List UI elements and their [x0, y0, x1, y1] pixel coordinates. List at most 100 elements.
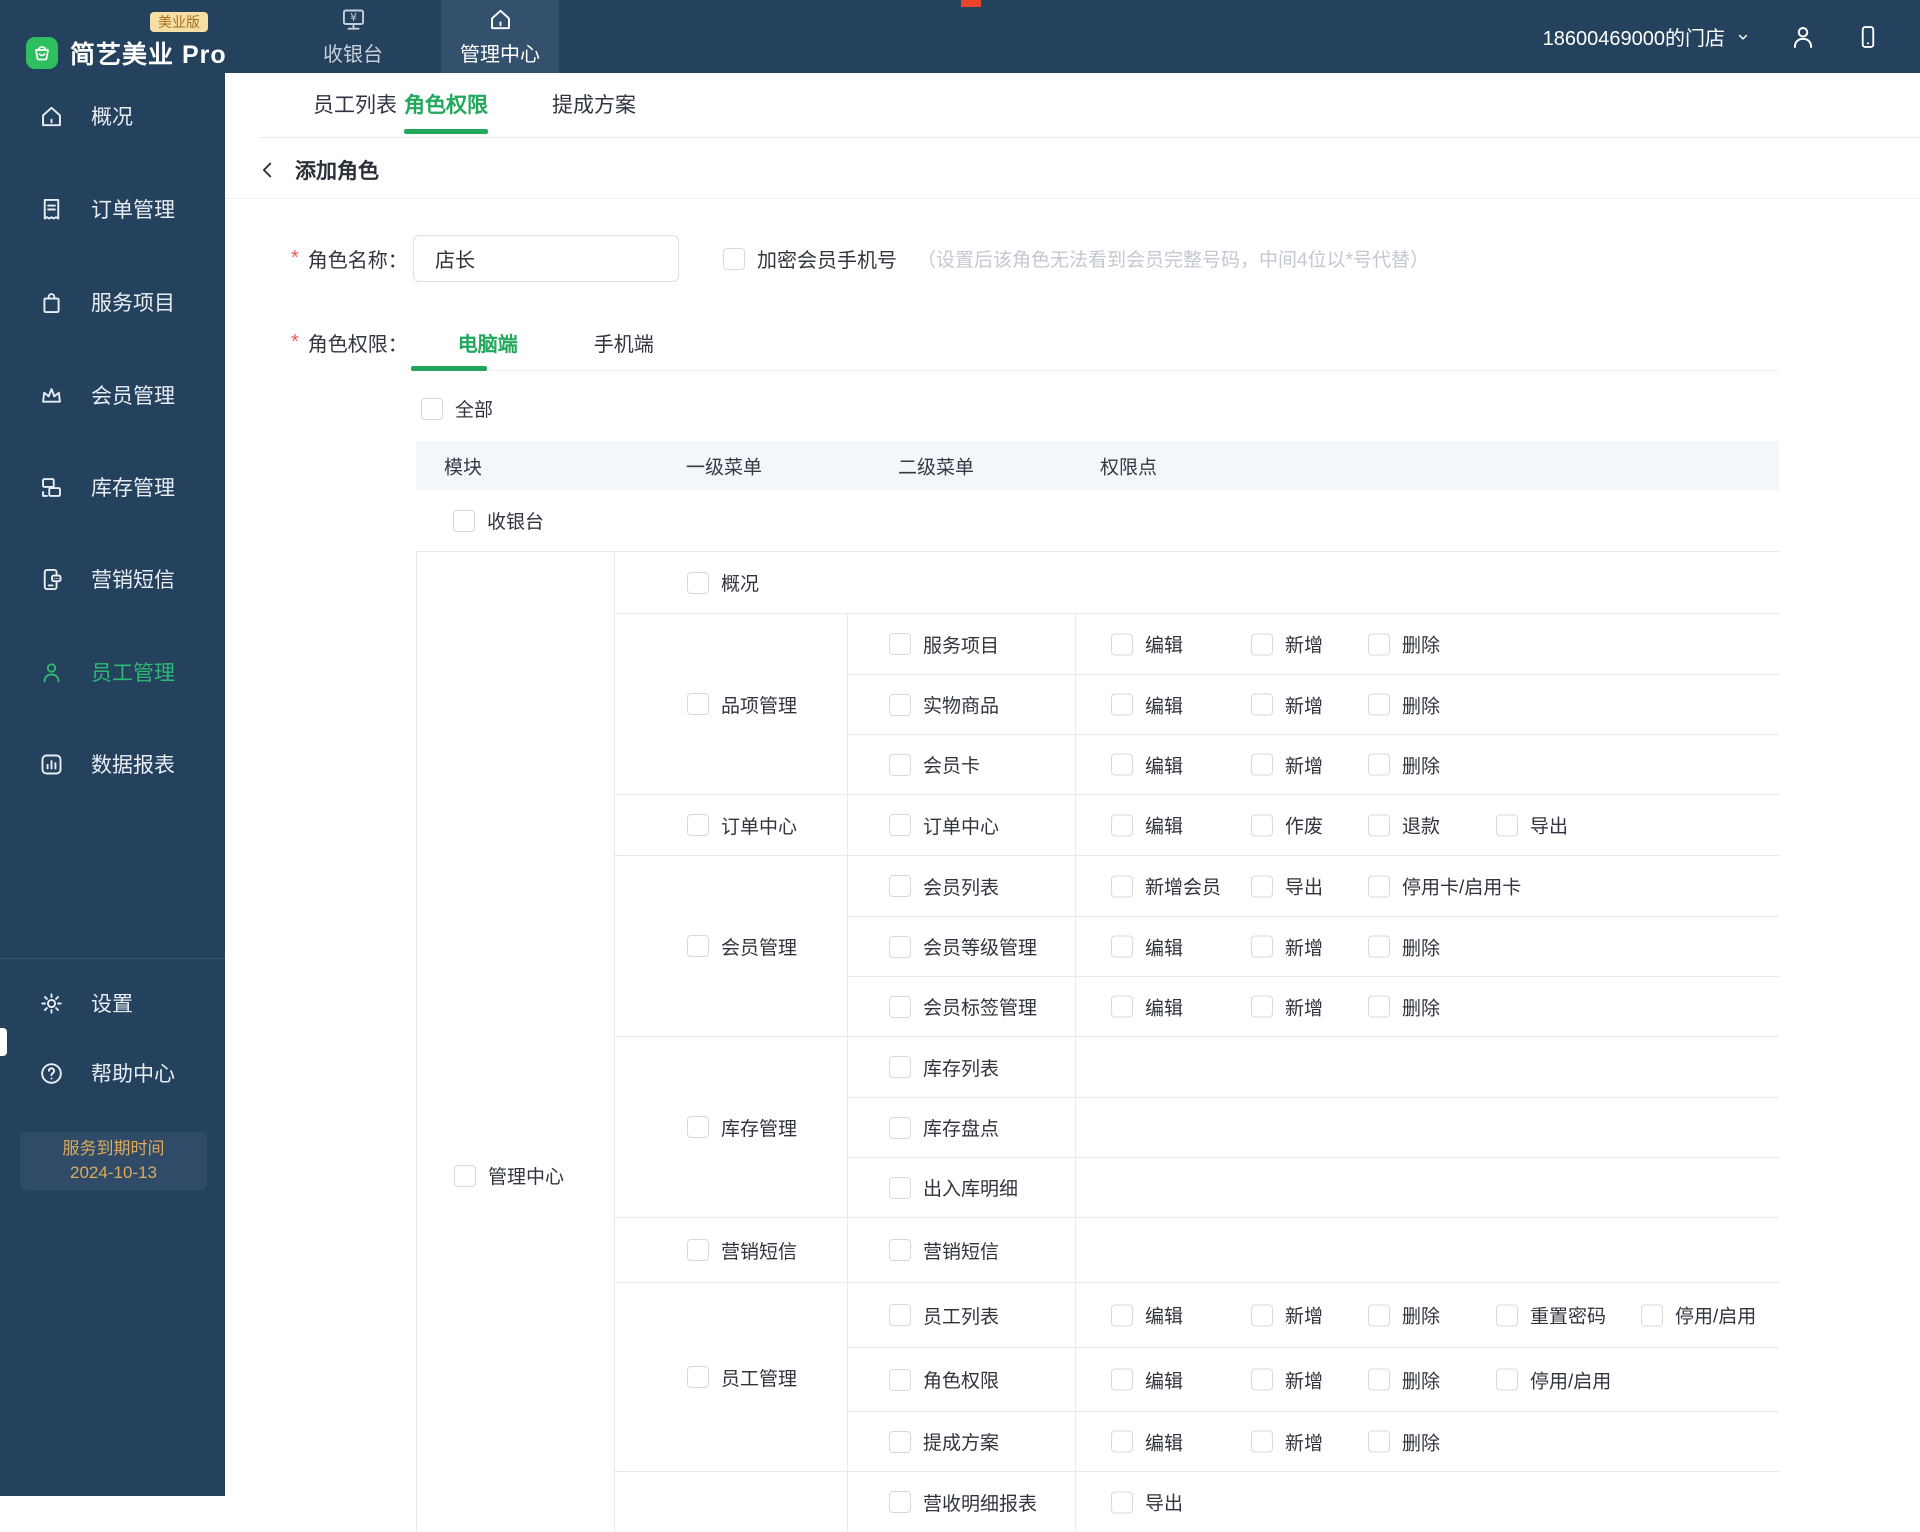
level2-label: 库存列表: [923, 1058, 1000, 1080]
topbar-tab-cashier[interactable]: ¥ 收银台: [294, 0, 412, 73]
level2-label: 服务项目: [923, 635, 1000, 657]
level2-checkbox[interactable]: [889, 1304, 911, 1326]
tab-role-permissions[interactable]: 角色权限: [404, 73, 488, 135]
level1-label: 营销短信: [721, 1241, 798, 1263]
encrypt-phone-row: 加密会员手机号 （设置后该角色无法看到会员完整号码，中间4位以*号代替）: [723, 235, 1429, 282]
perm-checkbox[interactable]: [1641, 1304, 1663, 1326]
perm-checkbox[interactable]: [1111, 935, 1133, 958]
level2-label: 库存盘点: [923, 1119, 1000, 1140]
perm-checkbox[interactable]: [1111, 633, 1133, 655]
level1-merged-cell: 概况: [615, 552, 1779, 613]
sidebar-collapse-handle[interactable]: [0, 1028, 7, 1056]
perm-checkbox[interactable]: [1368, 633, 1390, 655]
table-row: 库存列表: [848, 1037, 1779, 1097]
perm-checkbox[interactable]: [1111, 1304, 1133, 1326]
tab-commission-plan[interactable]: 提成方案: [552, 73, 636, 135]
module-checkbox[interactable]: [453, 509, 475, 532]
perm-checkbox[interactable]: [1496, 814, 1518, 836]
level1-checkbox[interactable]: [687, 571, 709, 594]
encrypt-phone-checkbox[interactable]: [723, 247, 745, 270]
module-checkbox[interactable]: [454, 1164, 476, 1187]
select-all-checkbox[interactable]: [421, 397, 443, 420]
level2-checkbox[interactable]: [889, 693, 911, 716]
perm-checkbox[interactable]: [1368, 1368, 1390, 1391]
perm-checkbox[interactable]: [1496, 1304, 1518, 1326]
perm-checkbox[interactable]: [1368, 1430, 1390, 1453]
topbar-tab-admin-center[interactable]: 管理中心: [441, 0, 559, 73]
perm-checkbox[interactable]: [1368, 935, 1390, 958]
level1-checkbox[interactable]: [687, 1116, 709, 1138]
perm-checkbox[interactable]: [1251, 935, 1273, 958]
sidebar-item-staff[interactable]: 员工管理: [0, 642, 225, 702]
perm-checkbox[interactable]: [1368, 693, 1390, 716]
perm-checkbox[interactable]: [1111, 1491, 1133, 1513]
sidebar-item-settings[interactable]: 设置: [0, 973, 225, 1033]
perm-checkbox[interactable]: [1368, 814, 1390, 836]
sidebar-item-reports[interactable]: 数据报表: [0, 734, 225, 794]
level1-checkbox[interactable]: [687, 1366, 709, 1388]
level2-checkbox[interactable]: [889, 814, 911, 836]
bar-chart-icon: [38, 751, 65, 778]
perm-checkbox[interactable]: [1251, 814, 1273, 836]
sidebar-item-services[interactable]: 服务项目: [0, 272, 225, 332]
perm-checkbox[interactable]: [1111, 693, 1133, 716]
level2-checkbox[interactable]: [889, 935, 911, 958]
perm-tab-pc[interactable]: 电脑端: [458, 328, 518, 357]
perm-checkbox[interactable]: [1111, 995, 1133, 1018]
level2-checkbox[interactable]: [889, 1056, 911, 1078]
tab-staff-list[interactable]: 员工列表: [313, 73, 397, 135]
level2-checkbox[interactable]: [889, 875, 911, 897]
level2-checkbox[interactable]: [889, 1368, 911, 1391]
perm-checkbox[interactable]: [1111, 1430, 1133, 1453]
level1-cell: [615, 1472, 848, 1532]
perm-checkbox[interactable]: [1251, 995, 1273, 1018]
level1-checkbox[interactable]: [687, 1239, 709, 1261]
account-person-icon[interactable]: [1788, 22, 1818, 52]
perm-checkbox[interactable]: [1251, 693, 1273, 716]
mobile-phone-icon[interactable]: [1854, 23, 1882, 51]
perm-checkbox[interactable]: [1368, 753, 1390, 776]
level2-checkbox[interactable]: [889, 633, 911, 655]
sidebar-item-members[interactable]: 会员管理: [0, 365, 225, 425]
perm-checkbox[interactable]: [1251, 633, 1273, 655]
level2-checkbox[interactable]: [889, 1116, 911, 1139]
level1-cell: 库存管理: [615, 1037, 848, 1217]
sidebar-item-overview[interactable]: 概况: [0, 86, 225, 146]
perm-checkbox[interactable]: [1368, 875, 1390, 897]
perm-checkbox[interactable]: [1251, 1368, 1273, 1391]
sidebar-item-inventory[interactable]: 库存管理: [0, 457, 225, 517]
role-name-input[interactable]: [413, 235, 679, 282]
perm-checkbox[interactable]: [1496, 1368, 1518, 1391]
perm-checkbox[interactable]: [1251, 1304, 1273, 1326]
level2-checkbox[interactable]: [889, 753, 911, 776]
level2-label: 营收明细报表: [923, 1493, 1038, 1515]
level1-checkbox[interactable]: [687, 814, 709, 836]
level1-checkbox[interactable]: [687, 693, 709, 715]
perm-checkbox[interactable]: [1111, 753, 1133, 776]
level2-label: 提成方案: [923, 1433, 1000, 1454]
back-chevron-icon[interactable]: [257, 158, 279, 182]
perm-checkbox[interactable]: [1368, 995, 1390, 1018]
sidebar-item-help-center[interactable]: 帮助中心: [0, 1043, 225, 1103]
perm-checkbox[interactable]: [1111, 875, 1133, 897]
perm-checkbox[interactable]: [1368, 1304, 1390, 1326]
perm-checkbox[interactable]: [1251, 753, 1273, 776]
store-selector[interactable]: 18600469000的门店: [1543, 22, 1752, 51]
sidebar-item-label: 营销短信: [91, 569, 175, 592]
level2-checkbox[interactable]: [889, 1430, 911, 1453]
level2-checkbox[interactable]: [889, 995, 911, 1018]
sidebar-item-orders[interactable]: 订单管理: [0, 179, 225, 239]
perm-checkbox[interactable]: [1111, 1368, 1133, 1391]
sidebar-item-sms[interactable]: 营销短信: [0, 549, 225, 609]
perm-checkbox[interactable]: [1251, 875, 1273, 897]
perm-checkbox[interactable]: [1111, 814, 1133, 836]
perm-label: 编辑: [1145, 1433, 1184, 1454]
level2-label: 订单中心: [923, 816, 1000, 838]
level2-checkbox[interactable]: [889, 1491, 911, 1513]
level2-checkbox[interactable]: [889, 1176, 911, 1199]
perm-tab-mobile[interactable]: 手机端: [594, 328, 654, 357]
level1-checkbox[interactable]: [687, 935, 709, 957]
level2-checkbox[interactable]: [889, 1239, 911, 1261]
sidebar-item-label: 数据报表: [91, 754, 175, 777]
perm-checkbox[interactable]: [1251, 1430, 1273, 1453]
